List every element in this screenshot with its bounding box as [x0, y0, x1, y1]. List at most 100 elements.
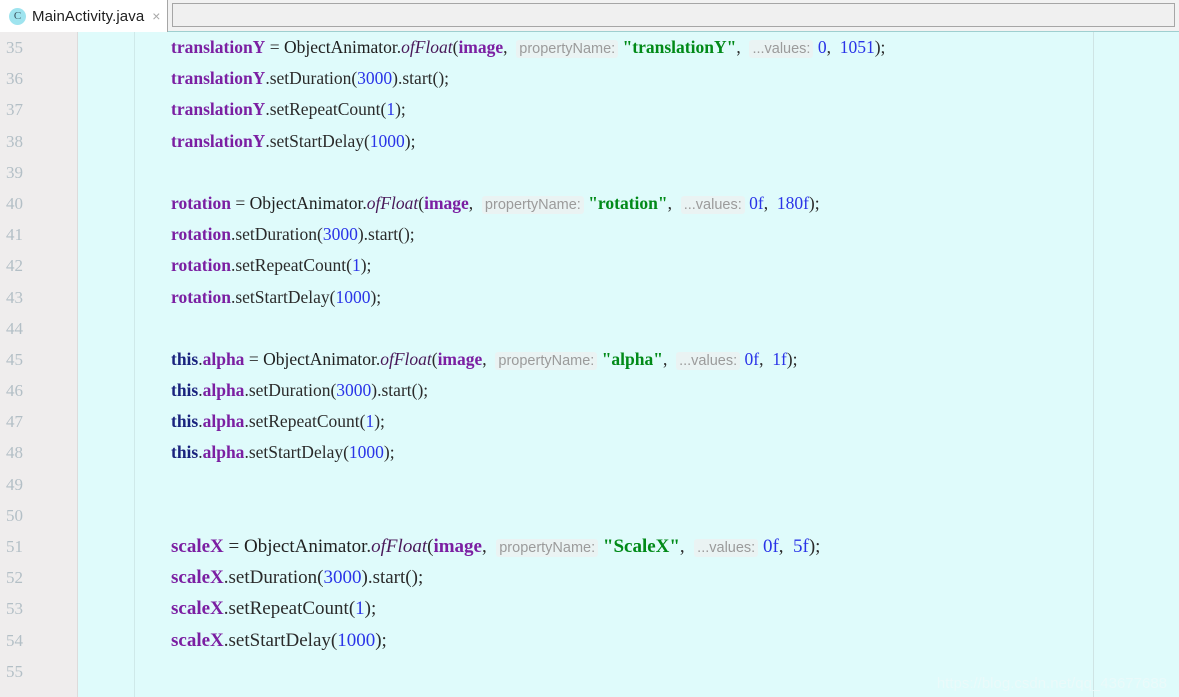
- close-icon[interactable]: ×: [150, 9, 160, 23]
- class-token: ObjectAnimator: [249, 192, 363, 213]
- punctuation-token: );: [375, 629, 387, 651]
- method-token: setRepeatCount: [248, 411, 360, 432]
- code-line[interactable]: translationY.setRepeatCount(1);: [136, 94, 1179, 125]
- punctuation-token: =: [265, 37, 284, 57]
- method-token: start: [372, 567, 406, 589]
- punctuation-token: ();: [432, 68, 450, 89]
- punctuation-token: =: [230, 192, 250, 213]
- punctuation-token: );: [360, 255, 372, 276]
- tab-label: MainActivity.java: [32, 7, 145, 25]
- static-method-token: ofFloat: [371, 536, 428, 557]
- punctuation-token: );: [808, 192, 820, 213]
- code-line[interactable]: translationY.setStartDelay(1000);: [136, 126, 1179, 157]
- code-editor-pane[interactable]: 35 36 37 38 39 40 41 42 43 44 45 46 47 48 49 50 51 52 53 54…: [0, 32, 1179, 697]
- code-fold-strip[interactable]: [79, 32, 135, 697]
- field-token: translationY: [171, 68, 266, 89]
- code-line[interactable]: [136, 313, 1179, 344]
- line-number: 48: [6, 443, 23, 463]
- code-line[interactable]: [136, 500, 1179, 531]
- punctuation-token: );: [404, 130, 416, 151]
- class-token: ObjectAnimator: [263, 348, 376, 369]
- punctuation-token: ();: [398, 224, 415, 245]
- code-text-area[interactable]: translationY = ObjectAnimator.ofFloat(im…: [136, 32, 1179, 697]
- editor-tab-bar: C MainActivity.java ×: [0, 0, 1179, 32]
- punctuation-token: ).: [392, 68, 403, 89]
- method-token: setRepeatCount: [269, 99, 381, 120]
- code-line[interactable]: rotation.setDuration(3000).start();: [136, 219, 1179, 250]
- line-number-gutter[interactable]: 35 36 37 38 39 40 41 42 43 44 45 46 47 48 49 50 51 52 53 54…: [0, 32, 78, 697]
- field-token: image: [433, 536, 482, 557]
- code-line[interactable]: scaleX.setStartDelay(1000);: [136, 625, 1179, 656]
- field-token: scaleX: [171, 567, 224, 589]
- code-line[interactable]: this.alpha.setStartDelay(1000);: [136, 437, 1179, 468]
- field-token: translationY: [171, 37, 266, 57]
- keyword-token: this: [171, 348, 199, 369]
- class-token: ObjectAnimator: [243, 536, 367, 557]
- code-line[interactable]: rotation.setRepeatCount(1);: [136, 250, 1179, 281]
- punctuation-token: ).: [361, 567, 373, 589]
- method-token: setDuration: [248, 380, 331, 401]
- punctuation-token: ,: [667, 192, 681, 213]
- method-token: start: [381, 380, 412, 401]
- number-token: 1000: [335, 286, 371, 307]
- line-number: 47: [6, 412, 23, 432]
- method-token: setDuration: [235, 224, 317, 245]
- parameter-hint: ...values:: [680, 195, 745, 214]
- code-line[interactable]: [136, 157, 1179, 188]
- line-number: 53: [6, 599, 23, 619]
- parameter-hint: ...values:: [676, 351, 741, 370]
- line-number: 46: [6, 381, 23, 401]
- keyword-token: this: [171, 442, 199, 463]
- tab-mainactivity-java[interactable]: C MainActivity.java ×: [0, 0, 169, 32]
- code-line[interactable]: translationY = ObjectAnimator.ofFloat(im…: [136, 32, 1179, 63]
- field-token: alpha: [202, 380, 245, 401]
- method-token: setRepeatCount: [228, 598, 349, 620]
- punctuation-token: ,: [482, 348, 496, 369]
- static-method-token: ofFloat: [366, 192, 419, 213]
- string-token: "alpha": [601, 348, 663, 369]
- code-line[interactable]: rotation.setStartDelay(1000);: [136, 282, 1179, 313]
- code-line[interactable]: scaleX.setDuration(3000).start();: [136, 562, 1179, 593]
- line-number: 41: [6, 225, 23, 245]
- static-method-token: ofFloat: [380, 348, 432, 369]
- method-token: setStartDelay: [248, 442, 344, 463]
- number-token: 1: [365, 411, 375, 432]
- number-token: 3000: [322, 224, 358, 245]
- code-line[interactable]: scaleX = ObjectAnimator.ofFloat(image, p…: [136, 531, 1179, 562]
- code-line[interactable]: this.alpha.setRepeatCount(1);: [136, 406, 1179, 437]
- punctuation-token: ,: [481, 536, 497, 557]
- punctuation-token: =: [244, 348, 264, 369]
- number-token: 1000: [337, 629, 376, 651]
- punctuation-token: =: [223, 536, 244, 557]
- field-token: alpha: [202, 411, 245, 432]
- method-token: setRepeatCount: [235, 255, 347, 276]
- code-line[interactable]: scaleX.setRepeatCount(1);: [136, 593, 1179, 624]
- field-token: image: [424, 192, 469, 213]
- code-line[interactable]: this.alpha = ObjectAnimator.ofFloat(imag…: [136, 344, 1179, 375]
- code-line[interactable]: translationY.setDuration(3000).start();: [136, 63, 1179, 94]
- punctuation-token: ,: [778, 536, 794, 557]
- field-token: alpha: [202, 442, 245, 463]
- punctuation-token: );: [395, 99, 406, 120]
- parameter-hint: propertyName:: [495, 351, 598, 370]
- number-token: 1000: [348, 442, 384, 463]
- parameter-hint: ...values:: [694, 539, 759, 557]
- punctuation-token: );: [808, 536, 821, 557]
- number-token: 1: [355, 598, 365, 620]
- line-number: 37: [6, 100, 23, 120]
- method-token: setDuration: [269, 68, 352, 89]
- code-line[interactable]: [136, 469, 1179, 500]
- code-line[interactable]: this.alpha.setDuration(3000).start();: [136, 375, 1179, 406]
- line-number: 40: [6, 193, 23, 213]
- line-number: 44: [6, 318, 23, 338]
- line-number: 36: [6, 69, 23, 89]
- code-line[interactable]: rotation = ObjectAnimator.ofFloat(image,…: [136, 188, 1179, 219]
- field-token: image: [437, 348, 483, 369]
- method-token: setStartDelay: [235, 286, 330, 307]
- punctuation-token: ,: [736, 37, 750, 57]
- field-token: scaleX: [171, 629, 224, 651]
- line-number: 51: [6, 537, 23, 556]
- string-token: "rotation": [588, 192, 668, 213]
- tab-bar-empty-area: [172, 3, 1175, 27]
- class-token: ObjectAnimator: [283, 37, 397, 57]
